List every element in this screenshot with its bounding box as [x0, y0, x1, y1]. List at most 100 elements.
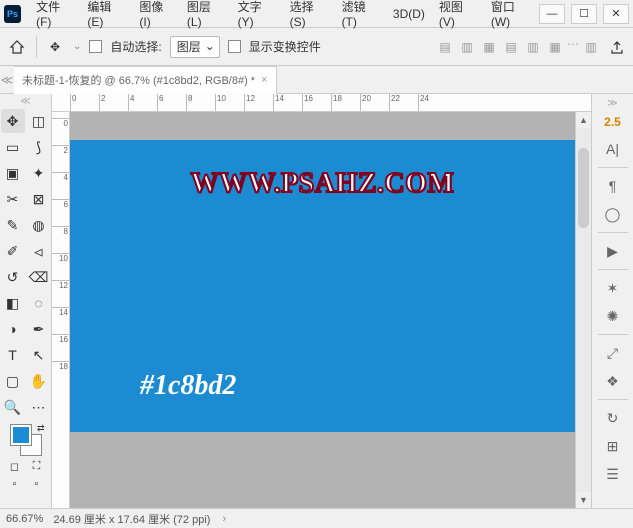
menu-image[interactable]: 图像(I): [132, 0, 180, 33]
marquee-tool[interactable]: ▭: [1, 135, 25, 159]
align-left-icon[interactable]: ▤: [435, 37, 455, 57]
swap-colors-icon[interactable]: ⇄: [37, 423, 45, 434]
dodge-tool[interactable]: ◑: [1, 317, 25, 341]
blur-tool[interactable]: ◌: [27, 291, 51, 315]
align-right-icon[interactable]: ▦: [479, 37, 499, 57]
zoom-tool[interactable]: 🔍: [1, 395, 25, 419]
clone-panel-icon[interactable]: ⊞: [597, 432, 629, 460]
options-more-icon[interactable]: ⋯: [567, 37, 579, 57]
align-center-v-icon[interactable]: ▥: [523, 37, 543, 57]
ruler-horizontal[interactable]: 0 2 4 6 8 10 12 14 16 18 20 22 24: [52, 94, 591, 112]
type-tool[interactable]: T: [1, 343, 25, 367]
mode-full-icon[interactable]: ▫: [28, 477, 46, 491]
auto-select-checkbox[interactable]: [89, 40, 102, 53]
distribute-icon[interactable]: ▥: [581, 37, 601, 57]
menu-text[interactable]: 文字(Y): [231, 0, 283, 33]
minimize-button[interactable]: —: [539, 4, 565, 24]
color-panel-icon[interactable]: ◯: [597, 200, 629, 228]
history-brush-tool[interactable]: ↺: [1, 265, 25, 289]
status-bar: 66.67% 24.69 厘米 x 17.64 厘米 (72 ppi) ›: [0, 508, 633, 528]
properties-panel-icon[interactable]: ⤢: [597, 339, 629, 367]
pen-tool[interactable]: ✒: [27, 317, 51, 341]
menu-layer[interactable]: 图层(L): [180, 0, 231, 33]
align-center-h-icon[interactable]: ▥: [457, 37, 477, 57]
scroll-down-icon[interactable]: ▼: [576, 492, 591, 508]
menu-file[interactable]: 文件(F): [29, 0, 80, 33]
status-zoom[interactable]: 66.67%: [6, 513, 43, 525]
ruler-vertical[interactable]: 0 2 4 6 8 10 12 14 16 18: [52, 112, 70, 508]
close-button[interactable]: ✕: [603, 4, 629, 24]
history-panel-icon[interactable]: ↻: [597, 404, 629, 432]
lasso-tool[interactable]: ⟆: [27, 135, 51, 159]
menu-select[interactable]: 选择(S): [283, 0, 335, 33]
document-canvas[interactable]: WWW.PSAHZ.COM #1c8bd2: [70, 140, 575, 432]
status-more-icon[interactable]: ›: [222, 513, 226, 525]
menu-edit[interactable]: 编辑(E): [80, 0, 132, 33]
actions-panel-icon[interactable]: ▶: [597, 237, 629, 265]
right-panel: ≫ 2.5 A| ¶ ◯ ▶ ✶ ✺ ⤢ ❖ ↻ ⊞ ☰: [591, 94, 633, 508]
align-bottom-icon[interactable]: ▦: [545, 37, 565, 57]
path-select-tool[interactable]: ↖: [27, 343, 51, 367]
canvas-area: 0 2 4 6 8 10 12 14 16 18 20 22 24 0 2 4 …: [52, 94, 591, 508]
document-tabbar: ≪ 未标题-1-恢复的 @ 66.7% (#1c8bd2, RGB/8#) * …: [0, 66, 633, 94]
scroll-thumb[interactable]: [578, 148, 589, 228]
menu-filter[interactable]: 滤镜(T): [335, 0, 386, 33]
options-bar: ✥ ⌄ 自动选择: 图层 显示变换控件 ▤ ▥ ▦ ▤ ▥ ▦ ⋯ ▥: [0, 28, 633, 66]
auto-select-label: 自动选择:: [110, 38, 161, 55]
foreground-color-swatch[interactable]: [11, 425, 31, 445]
app-logo: Ps: [4, 5, 21, 23]
gradient-tool[interactable]: ◧: [1, 291, 25, 315]
color-swatch[interactable]: ⇄: [11, 425, 41, 455]
brushes-panel-icon[interactable]: ✶: [597, 274, 629, 302]
stamp-tool[interactable]: ⏿: [27, 239, 51, 263]
navigation-panel-icon[interactable]: ❖: [597, 367, 629, 395]
magic-wand-tool[interactable]: ✦: [27, 161, 51, 185]
brush-tool[interactable]: ✐: [1, 239, 25, 263]
character-panel-icon[interactable]: A|: [597, 135, 629, 163]
document-tab[interactable]: 未标题-1-恢复的 @ 66.7% (#1c8bd2, RGB/8#) * ×: [14, 66, 277, 94]
menu-view[interactable]: 视图(V): [432, 0, 484, 33]
tab-handle-icon[interactable]: ≪: [0, 73, 14, 87]
align-top-icon[interactable]: ▤: [501, 37, 521, 57]
paragraph-panel-icon[interactable]: ¶: [597, 172, 629, 200]
spot-heal-tool[interactable]: ◍: [27, 213, 51, 237]
maximize-button[interactable]: ☐: [571, 4, 597, 24]
eraser-tool[interactable]: ⌫: [27, 265, 51, 289]
rectangle-tool[interactable]: ▢: [1, 369, 25, 393]
info-panel-icon[interactable]: ☰: [597, 460, 629, 488]
crop-tool[interactable]: ✂: [1, 187, 25, 211]
frame-tool[interactable]: ⊠: [27, 187, 51, 211]
quickmask-icon[interactable]: ◻: [6, 459, 24, 473]
show-transform-label: 显示变换控件: [249, 38, 321, 55]
mode-standard-icon[interactable]: ▫: [6, 477, 24, 491]
menu-window[interactable]: 窗口(W): [484, 0, 539, 33]
show-transform-checkbox[interactable]: [228, 40, 241, 53]
dropdown-caret-icon[interactable]: ⌄: [73, 41, 81, 52]
panel-handle-icon[interactable]: ≫: [607, 98, 617, 109]
panel-value[interactable]: 2.5: [604, 115, 621, 129]
toolbar: ≪ ✥ ◫ ▭ ⟆ ▣ ✦ ✂ ⊠ ✎ ◍ ✐ ⏿ ↺ ⌫ ◧ ◌ ◑ ✒ T …: [0, 94, 52, 508]
home-icon[interactable]: [6, 36, 28, 58]
menubar: Ps 文件(F) 编辑(E) 图像(I) 图层(L) 文字(Y) 选择(S) 滤…: [0, 0, 633, 28]
vertical-scrollbar[interactable]: ▲ ▼: [575, 112, 591, 508]
eyedropper-tool[interactable]: ✎: [1, 213, 25, 237]
scroll-track[interactable]: [576, 128, 591, 492]
move-tool[interactable]: ✥: [1, 109, 25, 133]
hand-tool[interactable]: ✋: [27, 369, 51, 393]
object-select-tool[interactable]: ▣: [1, 161, 25, 185]
canvas-text-colorcode: #1c8bd2: [140, 370, 236, 402]
artboard-tool[interactable]: ◫: [27, 109, 51, 133]
share-icon[interactable]: [607, 37, 627, 57]
canvas-viewport[interactable]: WWW.PSAHZ.COM #1c8bd2: [70, 112, 575, 508]
canvas-text-url: WWW.PSAHZ.COM: [191, 168, 455, 200]
target-dropdown[interactable]: 图层: [170, 36, 220, 58]
screenmode-icon[interactable]: ⛶: [28, 459, 46, 473]
options-divider: [36, 36, 37, 58]
scroll-up-icon[interactable]: ▲: [576, 112, 591, 128]
move-tool-icon[interactable]: ✥: [45, 37, 65, 57]
menu-3d[interactable]: 3D(D): [386, 3, 432, 25]
adjustments-panel-icon[interactable]: ✺: [597, 302, 629, 330]
tab-close-icon[interactable]: ×: [261, 74, 267, 86]
edit-toolbar[interactable]: ⋯: [27, 395, 51, 419]
toolbar-handle-icon[interactable]: ≪: [20, 96, 30, 107]
